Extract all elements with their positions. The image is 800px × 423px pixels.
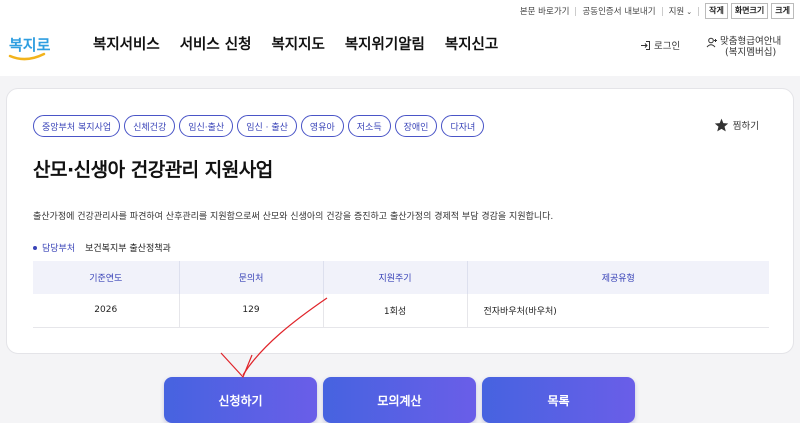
user-icon — [706, 37, 717, 48]
tag-pregnancy-birth[interactable]: 임신·출산 — [179, 115, 234, 137]
bokjiro-logo[interactable]: 복지로 — [6, 28, 54, 64]
skip-to-content-link[interactable]: 본문 바로가기 — [514, 5, 576, 17]
site-header: 본문 바로가기 공동인증서 내보내기 지원 ⌄ 작게 화면크기 크게 복지로 복지… — [0, 0, 800, 76]
service-description: 출산가정에 건강관리사를 파견하여 산후관리를 지원함으로써 산모와 신생아의 … — [33, 212, 554, 222]
nav-welfare-map[interactable]: 복지지도 — [271, 33, 324, 54]
tag-low-income[interactable]: 저소득 — [347, 115, 391, 137]
guide-label: 맞춤형급여안내 — [720, 36, 782, 47]
department-info: 담당부처 보건복지부 출산정책과 — [33, 241, 171, 254]
tag-pregnancy-birth-2[interactable]: 임신 · 출산 — [237, 115, 297, 137]
cell-provision-type: 전자바우처(바우처) — [467, 294, 769, 328]
star-icon — [714, 118, 728, 132]
simulate-button[interactable]: 모의계산 — [323, 377, 476, 423]
nav-welfare-services[interactable]: 복지서비스 — [93, 33, 160, 54]
logo-text: 복지로 — [9, 36, 51, 54]
apply-button[interactable]: 신청하기 — [164, 377, 317, 423]
favorite-label: 찜하기 — [732, 121, 759, 132]
department-label: 담당부처 — [42, 244, 76, 254]
font-large-button[interactable]: 크게 — [771, 3, 794, 19]
tag-disabled[interactable]: 장애인 — [394, 115, 438, 137]
table-header-row: 기준연도 문의처 지원주기 제공유형 — [33, 261, 769, 294]
favorite-button[interactable]: 찜하기 — [714, 118, 759, 132]
col-header-base-year: 기준연도 — [33, 261, 180, 294]
main-nav: 복지서비스 서비스 신청 복지지도 복지위기알림 복지신고 — [93, 33, 498, 54]
col-header-support-cycle: 지원주기 — [323, 261, 468, 294]
col-header-contact: 문의처 — [179, 261, 324, 294]
category-tags: 중앙부처 복지사업 신체건강 임신·출산 임신 · 출산 영유아 저소득 장애인… — [33, 115, 485, 137]
chevron-down-icon: ⌄ — [686, 8, 693, 16]
cert-export-link[interactable]: 공동인증서 내보내기 — [576, 5, 661, 17]
cell-contact: 129 — [179, 294, 324, 328]
department-value: 보건복지부 출산정책과 — [85, 244, 171, 254]
bullet-icon — [33, 245, 37, 250]
tag-central-ministry[interactable]: 중앙부처 복지사업 — [33, 115, 121, 137]
utility-bar: 본문 바로가기 공동인증서 내보내기 지원 ⌄ 작게 화면크기 크게 — [514, 3, 794, 19]
cell-support-cycle: 1회성 — [323, 294, 468, 328]
font-size-controls: 작게 화면크기 크게 — [705, 3, 794, 19]
nav-welfare-report[interactable]: 복지신고 — [445, 33, 498, 54]
list-button[interactable]: 목록 — [482, 377, 635, 423]
font-small-button[interactable]: 작게 — [705, 3, 728, 19]
col-header-provision-type: 제공유형 — [467, 261, 769, 294]
guide-sublabel: (복지멤버십) — [725, 47, 777, 58]
tag-infant[interactable]: 영유아 — [300, 115, 344, 137]
tag-multi-child[interactable]: 다자녀 — [441, 115, 485, 137]
custom-benefit-guide-link[interactable]: 맞춤형급여안내 (복지멤버십) — [706, 36, 781, 58]
cell-base-year: 2026 — [33, 294, 180, 328]
support-label: 지원 — [668, 7, 685, 17]
nav-service-apply[interactable]: 서비스 신청 — [180, 33, 252, 54]
nav-crisis-alert[interactable]: 복지위기알림 — [345, 33, 425, 54]
table-row: 2026 129 1회성 전자바우처(바우처) — [33, 294, 769, 328]
page-title: 산모·신생아 건강관리 지원사업 — [33, 159, 273, 181]
service-detail-card: 중앙부처 복지사업 신체건강 임신·출산 임신 · 출산 영유아 저소득 장애인… — [6, 88, 794, 354]
login-link[interactable]: 로그인 — [640, 38, 680, 52]
font-reset-button[interactable]: 화면크기 — [730, 3, 769, 19]
login-icon — [641, 40, 650, 50]
tag-physical-health[interactable]: 신체건강 — [124, 115, 176, 137]
login-label: 로그인 — [654, 41, 681, 52]
divider — [698, 6, 700, 16]
service-info-table: 기준연도 문의처 지원주기 제공유형 2026 129 1회성 전자바우처(바우… — [33, 261, 769, 328]
support-menu[interactable]: 지원 ⌄ — [663, 5, 699, 17]
